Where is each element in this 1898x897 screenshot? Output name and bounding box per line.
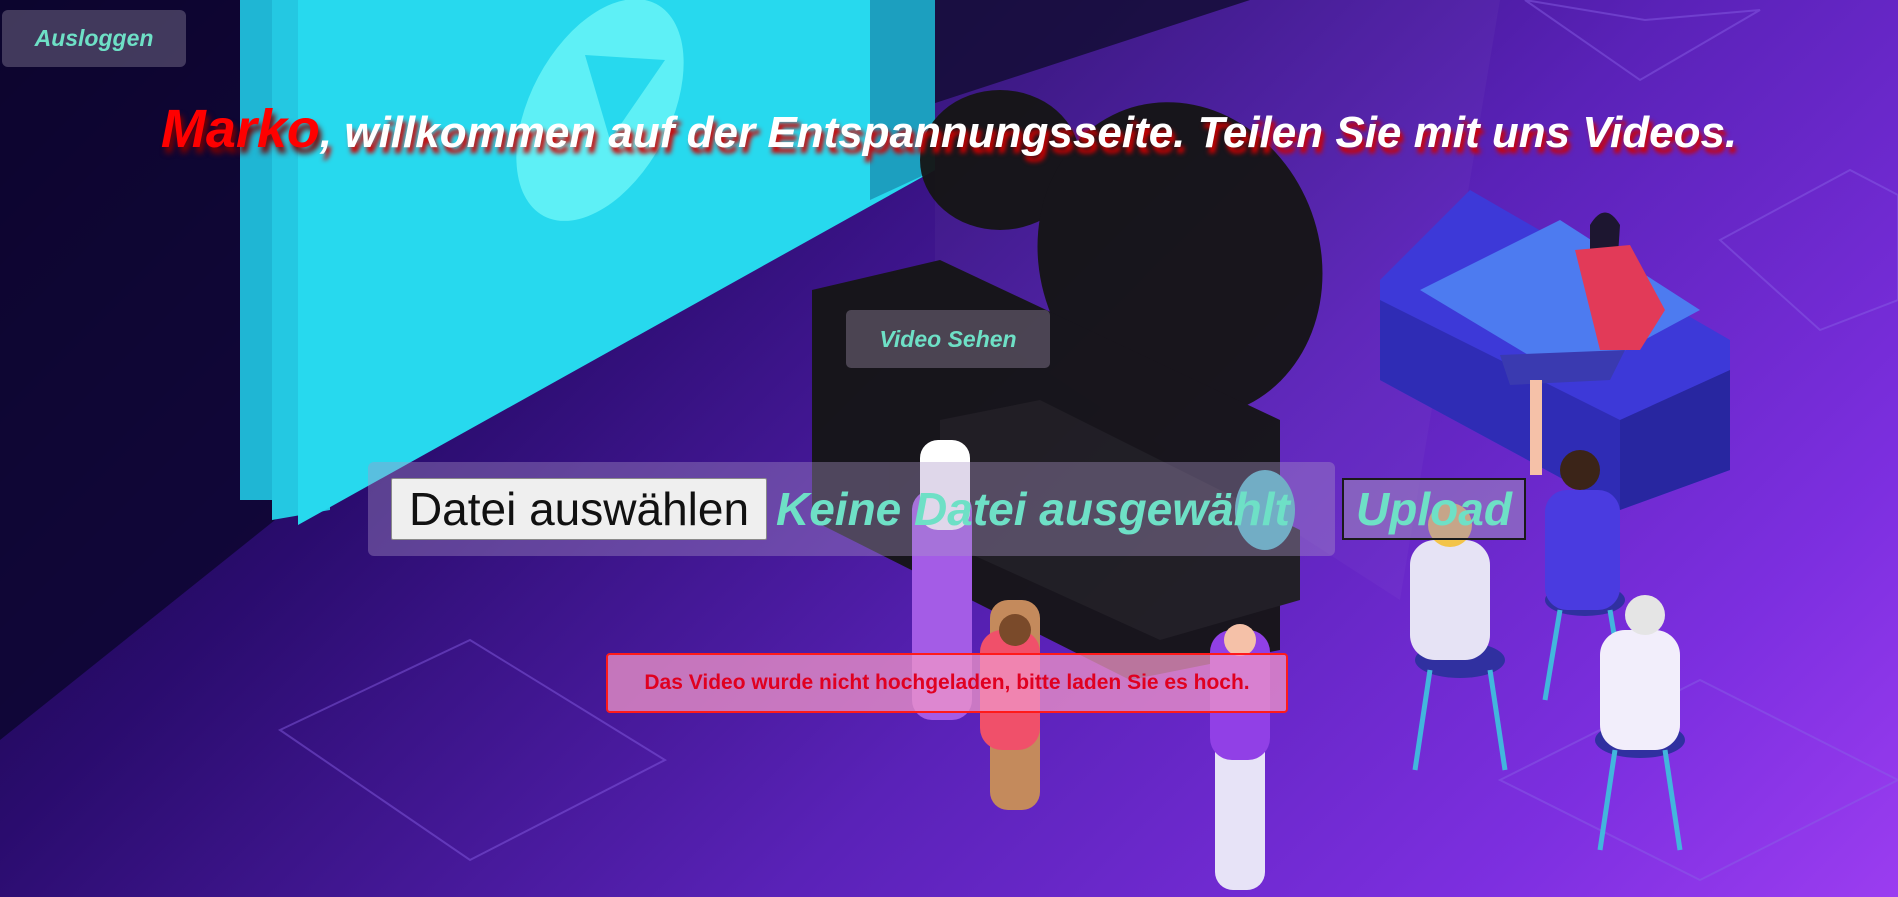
welcome-text: , willkommen auf der Entspannungsseite. … (319, 108, 1738, 157)
logout-button[interactable]: Ausloggen (2, 10, 186, 67)
choose-file-button[interactable]: Datei auswählen (391, 478, 767, 540)
username: Marko (160, 99, 320, 159)
sofa-shape (1380, 190, 1730, 510)
file-status-text: Keine Datei ausgewählt (776, 483, 1290, 535)
watch-video-button[interactable]: Video Sehen (846, 310, 1050, 368)
welcome-heading: Marko, willkommen auf der Entspannungsse… (0, 98, 1898, 160)
error-message: Das Video wurde nicht hochgeladen, bitte… (606, 653, 1288, 713)
upload-button[interactable]: Upload (1342, 478, 1526, 540)
